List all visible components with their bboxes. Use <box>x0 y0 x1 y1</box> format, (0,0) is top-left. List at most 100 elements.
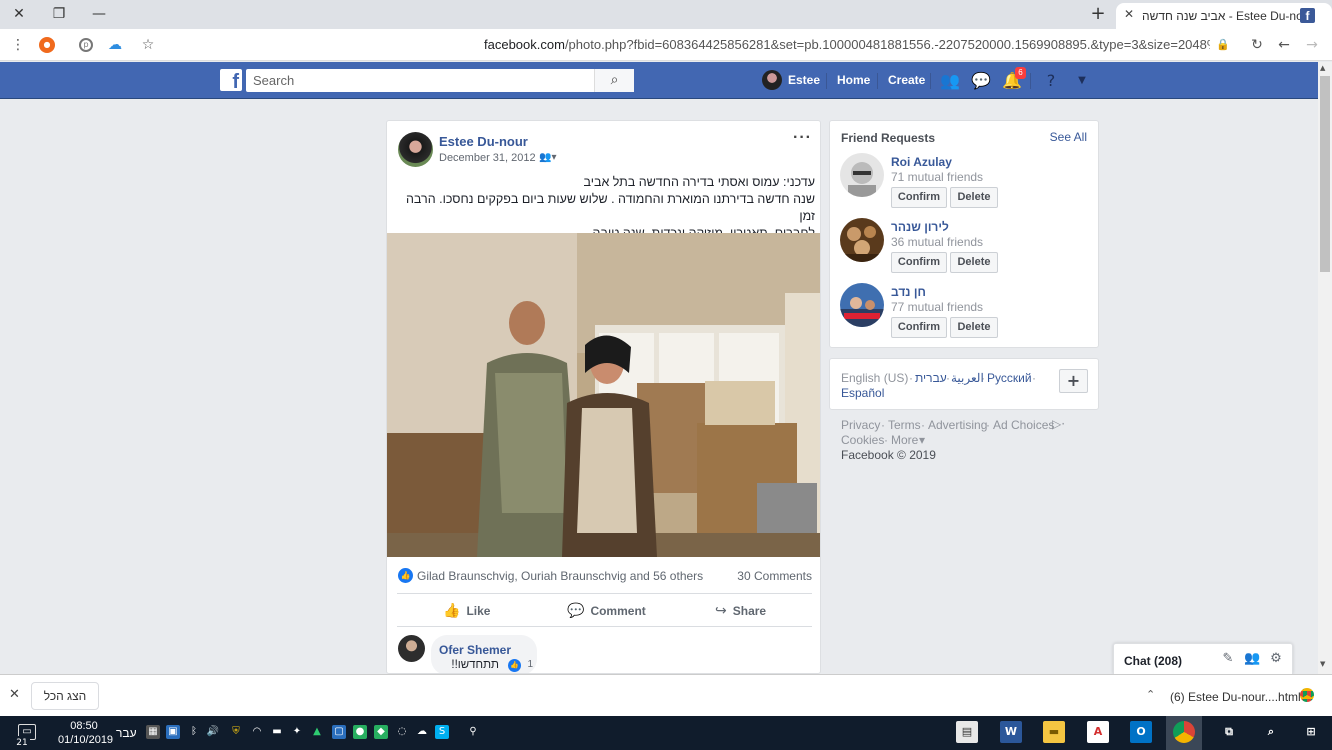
facebook-logo-icon[interactable]: f <box>220 69 242 91</box>
friend-requests-icon[interactable]: 👥 <box>940 71 960 91</box>
skype-icon[interactable]: S <box>435 725 449 739</box>
extension-orange-icon[interactable]: ● <box>39 37 55 53</box>
download-item[interactable]: (6) Estee Du-nour....html <box>1170 690 1301 704</box>
bluetooth-icon[interactable]: ᛒ <box>187 725 201 739</box>
profile-name[interactable]: Estee <box>788 73 820 87</box>
security-shield-icon[interactable]: ⛨ <box>229 725 243 739</box>
delete-button[interactable]: Delete <box>950 187 998 208</box>
language-hebrew[interactable]: עברית <box>915 371 947 385</box>
search-icon[interactable]: ⌕ <box>594 69 634 92</box>
onedrive-cloud-icon[interactable]: ☁ <box>415 725 429 739</box>
confirm-button[interactable]: Confirm <box>891 252 947 273</box>
address-bar[interactable]: facebook.com/photo.php?fbid=608364425856… <box>484 37 1210 52</box>
volume-icon[interactable]: 🔊 <box>206 725 220 739</box>
chrome-app-icon[interactable] <box>1173 721 1195 743</box>
task-view-icon[interactable]: ⧉ <box>1218 721 1240 743</box>
show-all-downloads-button[interactable]: הצג הכל <box>31 682 99 710</box>
delete-button[interactable]: Delete <box>950 252 998 273</box>
group-chat-icon[interactable]: 👥 <box>1244 651 1260 667</box>
ad-choices-icon[interactable]: ▷· <box>1052 417 1065 431</box>
footer-privacy-link[interactable]: Privacy <box>841 418 880 432</box>
like-button[interactable]: 👍 Like <box>443 603 490 619</box>
comments-count[interactable]: 30 Comments <box>737 569 812 583</box>
chat-bar[interactable]: Chat (208) ✎ 👥 ⚙ <box>1113 643 1293 674</box>
friend-request-name[interactable]: חן נדב <box>891 285 926 299</box>
back-arrow-icon[interactable]: ← <box>1274 35 1294 55</box>
photos-app-icon[interactable]: ▤ <box>956 721 978 743</box>
tab-close-icon[interactable]: ✕ <box>1124 7 1134 21</box>
close-icon[interactable]: ✕ <box>9 687 20 702</box>
chevron-down-icon[interactable]: ▾ <box>919 433 925 447</box>
restore-window-icon[interactable]: ❐ <box>48 4 70 24</box>
browser-menu-icon[interactable]: ⋮ <box>8 35 28 55</box>
browser-tab-active[interactable]: ✕ אביב שנה חדשה - Estee Du-nour f <box>1116 3 1332 29</box>
messenger-icon[interactable]: 💬 <box>971 71 991 91</box>
confirm-button[interactable]: Confirm <box>891 187 947 208</box>
new-tab-button[interactable]: + <box>1088 4 1108 24</box>
tray-app-icon[interactable]: ▣ <box>166 725 180 739</box>
battery-icon[interactable]: ▬ <box>270 725 284 739</box>
friends-audience-icon[interactable]: 👥▾ <box>539 152 556 163</box>
footer-advertising-link[interactable]: Advertising <box>928 418 987 432</box>
footer-more-link[interactable]: More <box>891 433 918 447</box>
post-options-icon[interactable]: ··· <box>793 129 812 147</box>
keyboard-tray-icon[interactable]: ▦ <box>146 725 160 739</box>
language-russian[interactable]: Русский <box>987 371 1032 385</box>
word-app-icon[interactable]: W <box>1000 721 1022 743</box>
see-all-link[interactable]: See All <box>1050 130 1087 144</box>
minimize-window-icon[interactable]: — <box>88 4 110 24</box>
tray-app-icon[interactable]: ◆ <box>374 725 388 739</box>
tray-app-icon[interactable]: ▢ <box>332 725 346 739</box>
scroll-down-icon[interactable]: ▼ <box>1320 660 1325 668</box>
search-icon[interactable]: ⌕ <box>1260 721 1282 743</box>
post-date[interactable]: December 31, 2012 · <box>439 152 542 164</box>
mutual-friends-count[interactable]: 36 mutual friends <box>891 235 983 249</box>
close-window-icon[interactable]: ✕ <box>8 4 30 24</box>
cloud-extension-icon[interactable]: ☁ <box>105 35 125 55</box>
bookmark-star-icon[interactable]: ☆ <box>138 35 158 55</box>
new-message-icon[interactable]: ✎ <box>1220 651 1236 667</box>
avatar[interactable] <box>840 283 884 327</box>
avatar[interactable] <box>840 218 884 262</box>
avatar[interactable] <box>398 132 433 167</box>
reactors-list[interactable]: Gilad Braunschvig, Ouriah Braunschvig an… <box>417 569 703 583</box>
scroll-up-icon[interactable]: ▲ <box>1320 64 1325 72</box>
input-language[interactable]: עבר <box>116 726 137 740</box>
share-button[interactable]: ↪ Share <box>715 603 766 619</box>
outlook-app-icon[interactable]: O <box>1130 721 1152 743</box>
dropbox-icon[interactable]: ✦ <box>290 725 304 739</box>
clock[interactable]: 08:50 01/10/2019 <box>58 719 113 747</box>
chevron-up-icon[interactable]: ⌃ <box>1146 688 1155 701</box>
post-author[interactable]: Estee Du-nour <box>439 134 528 149</box>
friend-request-name[interactable]: לירון שנהר <box>891 220 949 234</box>
language-spanish[interactable]: Español <box>841 386 884 400</box>
comment-button[interactable]: 💬 Comment <box>567 603 646 619</box>
footer-cookies-link[interactable]: Cookies <box>841 433 884 447</box>
delete-button[interactable]: Delete <box>950 317 998 338</box>
add-language-button[interactable]: + <box>1059 369 1088 393</box>
help-icon[interactable]: ? <box>1041 71 1061 91</box>
tray-app-icon[interactable]: ▲ <box>310 725 324 739</box>
tray-app-icon[interactable]: ◌ <box>395 725 409 739</box>
nav-create[interactable]: Create <box>888 73 925 87</box>
scrollbar-thumb[interactable] <box>1320 76 1330 272</box>
nav-home[interactable]: Home <box>837 73 870 87</box>
windows-start-icon[interactable]: ⊞ <box>1300 721 1322 743</box>
mutual-friends-count[interactable]: 77 mutual friends <box>891 300 983 314</box>
page-scrollbar[interactable]: ▲ ▼ <box>1318 62 1332 674</box>
lock-icon[interactable]: 🔒 <box>1213 35 1233 55</box>
forward-arrow-icon[interactable]: → <box>1302 35 1322 55</box>
footer-terms-link[interactable]: Terms <box>888 418 921 432</box>
chat-label[interactable]: Chat (208) <box>1124 654 1182 668</box>
search-input[interactable] <box>246 69 586 92</box>
post-photo[interactable] <box>387 233 820 557</box>
file-explorer-icon[interactable]: ▬ <box>1043 721 1065 743</box>
wifi-icon[interactable]: ◠ <box>250 725 264 739</box>
like-reaction-icon[interactable]: 👍 <box>398 568 413 583</box>
language-arabic[interactable]: العربية <box>951 371 984 385</box>
people-icon[interactable]: ⚲ <box>466 725 480 739</box>
gear-icon[interactable]: ⚙ <box>1268 651 1284 667</box>
like-reaction-icon[interactable]: 👍 <box>508 659 521 672</box>
pinterest-extension-icon[interactable]: p <box>79 38 93 52</box>
avatar[interactable] <box>840 153 884 197</box>
